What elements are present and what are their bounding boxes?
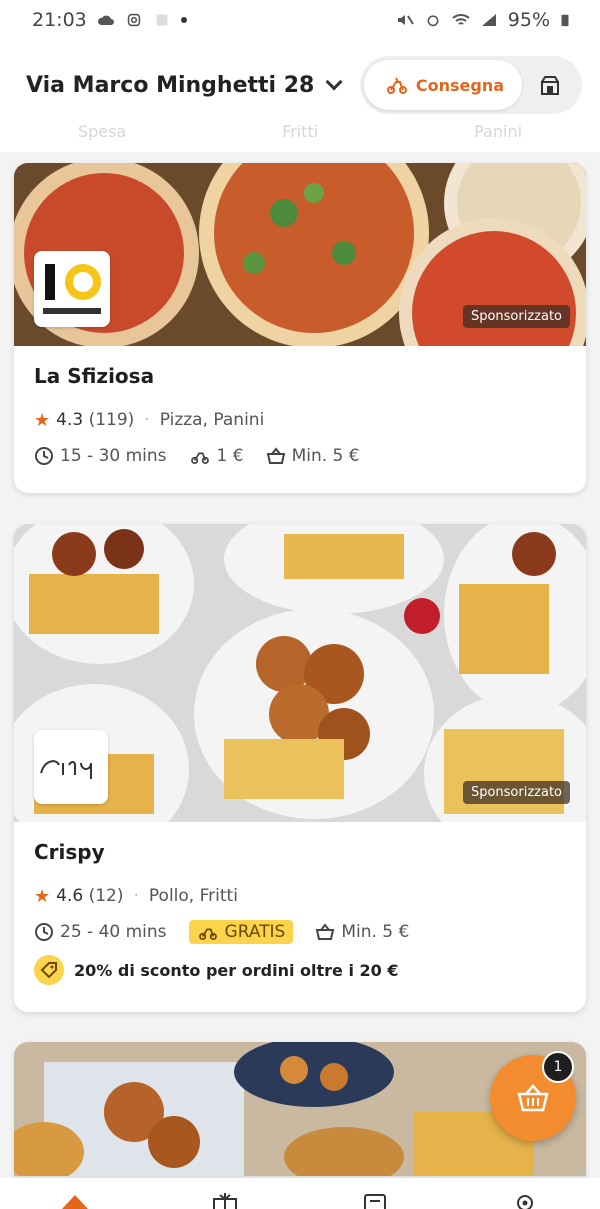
sponsored-badge: Sponsorizzato [462,781,570,804]
app-header: Via Marco Minghetti 28 Consegna [0,40,600,130]
promo-banner: 20% di sconto per ordini oltre i 20 € [34,950,566,990]
delivery-mode-toggle: Consegna [359,56,582,114]
delivery-mode-button[interactable]: Consegna [363,60,522,110]
la-sfiziosa-logo [43,264,101,314]
wifi-icon [452,14,470,25]
settings-icon [517,1195,533,1209]
pickup-mode-button[interactable] [522,60,578,110]
separator-dot: · [144,410,150,430]
restaurant-card[interactable]: Sponsorizzato La Sfiziosa ★ 4.3 (119) · … [14,163,586,493]
basket-icon [266,447,285,464]
scooter-icon [190,452,209,464]
crispy-logo [40,760,92,779]
separator-dot: · [133,886,139,906]
scooter-icon [198,928,217,940]
chevron-down-icon[interactable] [325,73,343,91]
restaurant-cover-image: Sponsorizzato [14,163,586,346]
delivery-address[interactable]: Via Marco Minghetti 28 [26,73,314,98]
category-item[interactable]: Panini [474,122,522,152]
nav-profile[interactable] [505,1181,545,1209]
delivery-fee: 1 € [189,446,244,466]
nav-home[interactable] [55,1181,95,1209]
review-count: (12) [88,886,124,906]
bottom-navigation [0,1178,600,1209]
basket-icon [517,1084,549,1112]
clock-icon [35,447,53,465]
cart-button[interactable]: 1 [490,1051,576,1141]
min-order: Min. 5 € [315,922,409,942]
status-bar: 21:03 95% [0,0,600,40]
tag-icon [34,955,64,985]
battery-level: 95% [507,9,550,31]
home-icon [62,1195,88,1209]
image-icon [156,14,168,26]
delivery-time-text: 25 - 40 mins [60,922,167,942]
category-strip: Spesa Fritti Panini [0,122,600,152]
instagram-icon [127,13,140,27]
rating-row: ★ 4.6 (12) · Pollo, Fritti [34,878,566,914]
alarm-icon [427,15,439,27]
review-count: (119) [88,410,135,430]
clock: 21:03 [32,9,87,31]
sponsored-badge: Sponsorizzato [462,305,570,328]
nav-offers[interactable] [205,1181,245,1209]
battery-icon [561,14,569,27]
gift-icon [213,1193,237,1209]
delivery-time: 25 - 40 mins [34,922,167,942]
delivery-info-row: 15 - 30 mins 1 € Min. 5 € [34,438,566,474]
rating-value: 4.6 [56,886,84,906]
restaurant-card[interactable]: Sponsorizzato Crispy ★ 4.6 (12) · Pollo,… [14,524,586,1012]
min-order-text: Min. 5 € [341,922,410,942]
category-item[interactable]: Fritti [282,122,318,152]
clock-icon [35,923,53,941]
basket-icon [316,923,335,940]
restaurant-name: La Sfiziosa [34,364,155,388]
delivery-fee-text: 1 € [216,446,244,466]
cart-count-badge: 1 [542,1051,574,1083]
restaurant-cover-image: Sponsorizzato [14,524,586,822]
min-order-text: Min. 5 € [291,446,360,466]
delivery-info-row: 25 - 40 mins GRATIS Min. 5 € [34,914,566,950]
notification-dot [180,17,187,23]
restaurant-logo [34,730,108,804]
delivery-mode-label: Consegna [415,75,504,95]
restaurant-logo [34,251,110,327]
promo-text: 20% di sconto per ordini oltre i 20 € [74,960,399,980]
delivery-time-text: 15 - 30 mins [60,446,167,466]
receipt-icon [364,1194,386,1209]
signal-icon [481,14,496,26]
rating-row: ★ 4.3 (119) · Pizza, Panini [34,402,566,438]
cuisine-tags: Pizza, Panini [159,410,265,430]
free-delivery-badge: GRATIS [188,920,294,944]
store-icon [541,76,559,95]
delivery-fee-text: GRATIS [224,922,286,942]
cuisine-tags: Pollo, Fritti [148,886,238,906]
nav-orders[interactable] [355,1181,395,1209]
cloud-icon [97,15,114,25]
restaurant-name: Crispy [34,840,105,864]
category-item[interactable]: Spesa [78,122,126,152]
star-icon: ★ [34,409,51,431]
scooter-icon [386,77,407,94]
rating-value: 4.3 [56,410,84,430]
star-icon: ★ [34,885,51,907]
mute-icon [397,15,414,25]
delivery-time: 15 - 30 mins [34,446,167,466]
min-order: Min. 5 € [266,446,360,466]
